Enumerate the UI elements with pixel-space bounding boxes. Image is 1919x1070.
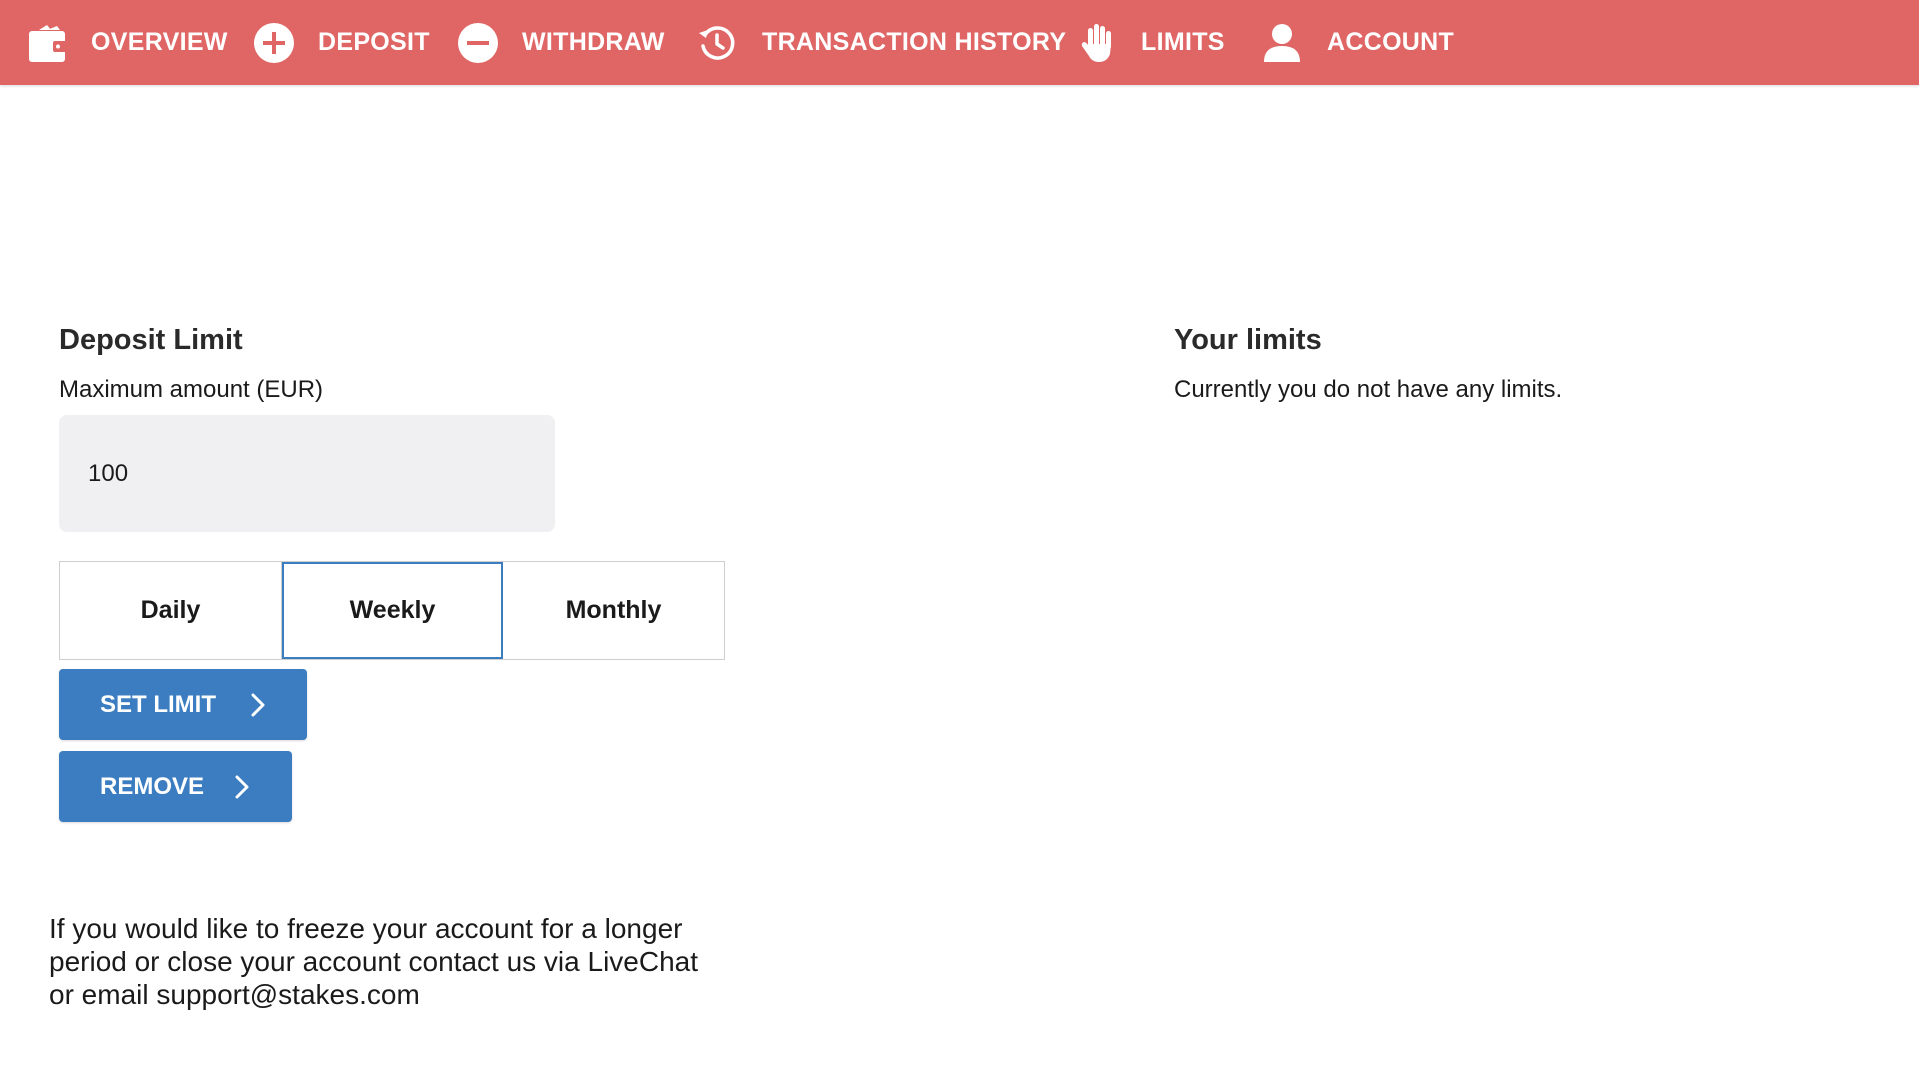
nav-item-account[interactable]: ACCOUNT xyxy=(1261,0,1454,85)
nav-item-overview[interactable]: OVERVIEW xyxy=(27,0,228,85)
remove-label: REMOVE xyxy=(100,772,205,800)
amount-label: Maximum amount (EUR) xyxy=(59,376,324,403)
nav-label-overview: OVERVIEW xyxy=(91,28,228,56)
hand-icon xyxy=(1077,22,1119,64)
set-limit-button[interactable]: SET LIMIT xyxy=(59,669,307,740)
history-icon xyxy=(696,22,738,64)
nav-label-deposit: DEPOSIT xyxy=(318,28,430,56)
chevron-right-icon xyxy=(235,775,249,799)
plus-circle-icon xyxy=(253,22,295,64)
nav-item-transaction-history[interactable]: TRANSACTION HISTORY xyxy=(696,0,1066,85)
your-limits-title: Your limits xyxy=(1174,324,1322,356)
wallet-icon xyxy=(27,22,69,64)
user-icon xyxy=(1261,22,1303,64)
chevron-right-icon xyxy=(251,693,265,717)
period-daily-button[interactable]: Daily xyxy=(60,562,282,659)
deposit-limit-title: Deposit Limit xyxy=(59,324,243,356)
top-nav: OVERVIEW DEPOSIT WITHDRAW TRANSACTION HI… xyxy=(0,0,1919,85)
nav-label-transaction-history: TRANSACTION HISTORY xyxy=(762,28,1067,56)
nav-item-limits[interactable]: LIMITS xyxy=(1077,0,1225,85)
period-selector: Daily Weekly Monthly xyxy=(59,561,725,660)
nav-label-withdraw: WITHDRAW xyxy=(522,28,665,56)
nav-item-deposit[interactable]: DEPOSIT xyxy=(253,0,430,85)
remove-button[interactable]: REMOVE xyxy=(59,751,292,822)
nav-item-withdraw[interactable]: WITHDRAW xyxy=(457,0,665,85)
note-line: period or close your account contact us … xyxy=(49,946,699,977)
set-limit-label: SET LIMIT xyxy=(100,690,216,718)
note-line: If you would like to freeze your account… xyxy=(49,913,683,944)
note-line: or email support@stakes.com xyxy=(49,979,420,1010)
minus-circle-icon xyxy=(457,22,499,64)
nav-label-limits: LIMITS xyxy=(1141,28,1225,56)
account-freeze-note: If you would like to freeze your account… xyxy=(49,912,749,1011)
nav-label-account: ACCOUNT xyxy=(1327,28,1455,56)
period-weekly-button[interactable]: Weekly xyxy=(282,562,503,659)
limits-status-text: Currently you do not have any limits. xyxy=(1174,376,1563,403)
period-monthly-button[interactable]: Monthly xyxy=(503,562,724,659)
amount-input[interactable] xyxy=(59,415,555,532)
